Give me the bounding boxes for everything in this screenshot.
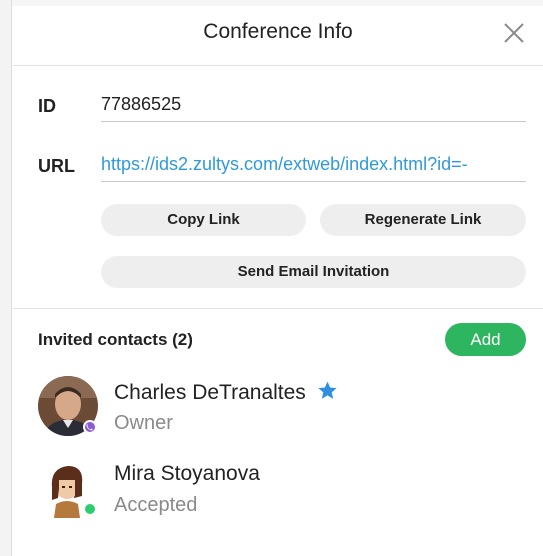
conference-id-field[interactable]: 77886525 (101, 90, 526, 122)
send-email-invitation-button[interactable]: Send Email Invitation (101, 256, 526, 288)
add-contact-button[interactable]: Add (445, 323, 526, 356)
status-indicator (83, 502, 97, 516)
invited-contacts-title: Invited contacts (2) (38, 330, 193, 349)
contact-name: Charles DeTranaltes (114, 381, 306, 404)
contact-item[interactable]: Mira Stoyanova Accepted (38, 458, 518, 522)
window-left-edge (0, 0, 12, 556)
id-label: ID (38, 96, 56, 116)
star-icon (318, 381, 337, 399)
conference-url-field[interactable]: https://ids2.zultys.com/extweb/index.htm… (101, 150, 526, 182)
contact-role: Owner (114, 412, 173, 434)
close-icon (504, 23, 524, 43)
contact-name-row: Charles DeTranaltes (114, 380, 338, 405)
contact-item[interactable]: Charles DeTranaltes Owner (38, 376, 518, 440)
conference-info-panel: Conference Info ID 77886525 URL https://… (13, 6, 543, 556)
contact-name: Mira Stoyanova (114, 462, 260, 485)
page-title: Conference Info (203, 20, 353, 43)
status-indicator (83, 420, 97, 434)
section-divider (13, 308, 543, 309)
panel-header: Conference Info (13, 6, 543, 66)
url-label: URL (38, 156, 75, 176)
copy-link-button[interactable]: Copy Link (101, 204, 306, 236)
phone-icon (86, 424, 93, 431)
regenerate-link-button[interactable]: Regenerate Link (320, 204, 526, 236)
contact-role: Accepted (114, 494, 198, 516)
close-button[interactable] (499, 18, 529, 48)
